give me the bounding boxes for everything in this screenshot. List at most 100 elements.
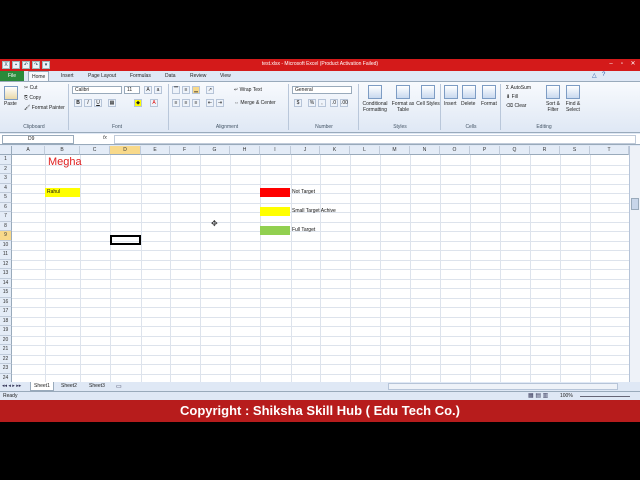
sheet-nav-arrows-icon[interactable]: ◂◂ ◂ ▸ ▸▸ (2, 383, 21, 389)
format-cells-icon[interactable] (482, 85, 496, 99)
row-header-23[interactable]: 23 (0, 364, 12, 374)
cell-i6-yellow-fill[interactable] (260, 207, 290, 216)
decrease-decimal-icon[interactable]: .00 (340, 99, 348, 107)
format-as-table-icon[interactable] (396, 85, 410, 99)
autosum-button[interactable]: Σ AutoSum (506, 85, 531, 91)
underline-button[interactable]: U (94, 99, 102, 107)
save-icon[interactable]: ▪ (12, 61, 20, 69)
column-header-f[interactable]: F (170, 146, 200, 155)
increase-indent-icon[interactable]: ⇥ (216, 99, 224, 107)
fill-color-icon[interactable]: ◆ (134, 99, 142, 107)
comma-button[interactable]: , (318, 99, 326, 107)
scrollbar-thumb[interactable] (631, 198, 639, 210)
align-bottom-icon[interactable]: ▁ (192, 86, 200, 94)
cell-j4-not-target[interactable]: Not Target (292, 189, 315, 195)
orientation-icon[interactable]: ↗ (206, 86, 214, 94)
row-header-13[interactable]: 13 (0, 269, 12, 279)
column-header-b[interactable]: B (45, 146, 80, 155)
cell-i8-green-fill[interactable] (260, 226, 290, 235)
tab-page-layout[interactable]: Page Layout (85, 71, 119, 81)
shrink-font-icon[interactable]: a (154, 86, 162, 94)
sheet-tab-sheet3[interactable]: Sheet3 (86, 382, 108, 391)
column-header-i[interactable]: I (260, 146, 291, 155)
number-format-select[interactable]: General (292, 86, 352, 94)
insert-function-icon[interactable]: fx (103, 135, 107, 141)
zoom-slider[interactable] (580, 396, 630, 397)
font-size-select[interactable]: 11 (124, 86, 140, 94)
column-header-p[interactable]: P (470, 146, 500, 155)
column-header-c[interactable]: C (80, 146, 110, 155)
minimize-button[interactable]: – (606, 60, 616, 69)
row-header-21[interactable]: 21 (0, 345, 12, 355)
format-cells-label[interactable]: Format (481, 101, 497, 107)
column-header-n[interactable]: N (410, 146, 440, 155)
row-header-4[interactable]: 4 (0, 183, 12, 193)
currency-button[interactable]: $ (294, 99, 302, 107)
insert-cells-icon[interactable] (444, 85, 458, 99)
row-header-5[interactable]: 5 (0, 193, 12, 203)
row-header-11[interactable]: 11 (0, 250, 12, 260)
insert-cells-label[interactable]: Insert (444, 101, 457, 107)
tab-formulas[interactable]: Formulas (127, 71, 154, 81)
wrap-text-button[interactable]: ↵ Wrap Text (234, 87, 262, 93)
sheet-tab-sheet1[interactable]: Sheet1 (30, 382, 54, 391)
borders-icon[interactable]: ▦ (108, 99, 116, 107)
align-center-icon[interactable]: ≡ (182, 99, 190, 107)
copy-button[interactable]: ⎘ Copy (24, 95, 41, 101)
customize-qat-icon[interactable]: ▾ (42, 61, 50, 69)
tab-view[interactable]: View (217, 71, 234, 81)
percent-button[interactable]: % (308, 99, 316, 107)
tab-data[interactable]: Data (162, 71, 179, 81)
paste-label[interactable]: Paste (4, 101, 17, 107)
new-sheet-icon[interactable]: ▭ (116, 383, 122, 390)
select-all-corner[interactable] (0, 146, 12, 155)
row-header-9[interactable]: 9 (0, 231, 12, 241)
conditional-formatting-icon[interactable] (368, 85, 382, 99)
font-color-icon[interactable]: A (150, 99, 158, 107)
row-header-19[interactable]: 19 (0, 326, 12, 336)
tab-review[interactable]: Review (187, 71, 209, 81)
column-header-q[interactable]: Q (500, 146, 530, 155)
find-select-label[interactable]: Find & Select (562, 101, 584, 113)
row-header-18[interactable]: 18 (0, 316, 12, 326)
format-painter-button[interactable]: 🖌 Format Painter (24, 105, 65, 111)
cell-j6-small-target[interactable]: Small Target Achive (292, 208, 336, 214)
italic-button[interactable]: I (84, 99, 92, 107)
align-top-icon[interactable]: ▔ (172, 86, 180, 94)
column-header-s[interactable]: S (560, 146, 590, 155)
vertical-scrollbar[interactable] (629, 146, 640, 420)
column-header-r[interactable]: R (530, 146, 560, 155)
delete-cells-icon[interactable] (462, 85, 476, 99)
column-header-k[interactable]: K (320, 146, 350, 155)
decrease-indent-icon[interactable]: ⇤ (206, 99, 214, 107)
worksheet-grid[interactable]: ABCDEFGHIJKLMNOPQRST 1 2 3 4 5 6 7 8 9 10 11 12 13 14… (0, 146, 630, 420)
merge-center-button[interactable]: ⇔ Merge & Center (234, 100, 276, 106)
column-header-d[interactable]: D (110, 146, 141, 155)
cell-b4-fill[interactable]: Rahul (45, 188, 80, 197)
row-header-20[interactable]: 20 (0, 335, 12, 345)
align-middle-icon[interactable]: ≡ (182, 86, 190, 94)
cut-button[interactable]: ✂ Cut (24, 85, 37, 91)
row-header-8[interactable]: 8 (0, 221, 12, 231)
column-header-e[interactable]: E (141, 146, 170, 155)
column-header-g[interactable]: G (200, 146, 230, 155)
format-as-table-label[interactable]: Format as Table (390, 101, 416, 113)
view-buttons-icon[interactable]: ▦ ▤ ▥ (528, 392, 548, 399)
row-header-7[interactable]: 7 (0, 212, 12, 222)
clear-button[interactable]: ⌫ Clear (506, 103, 526, 109)
sort-filter-label[interactable]: Sort & Filter (542, 101, 564, 113)
bold-button[interactable]: B (74, 99, 82, 107)
undo-icon[interactable]: ↶ (22, 61, 30, 69)
formula-input[interactable] (114, 135, 636, 144)
fill-button[interactable]: ⬇ Fill (506, 94, 518, 100)
find-select-icon[interactable] (566, 85, 580, 99)
maximize-button[interactable]: ▫ (617, 60, 627, 69)
cell-styles-icon[interactable] (421, 85, 435, 99)
redo-icon[interactable]: ↷ (32, 61, 40, 69)
sheet-tab-sheet2[interactable]: Sheet2 (58, 382, 80, 391)
name-box[interactable]: D9 (2, 135, 74, 144)
row-header-22[interactable]: 22 (0, 354, 12, 364)
column-header-a[interactable]: A (12, 146, 45, 155)
column-header-t[interactable]: T (590, 146, 629, 155)
row-header-1[interactable]: 1 (0, 155, 12, 165)
